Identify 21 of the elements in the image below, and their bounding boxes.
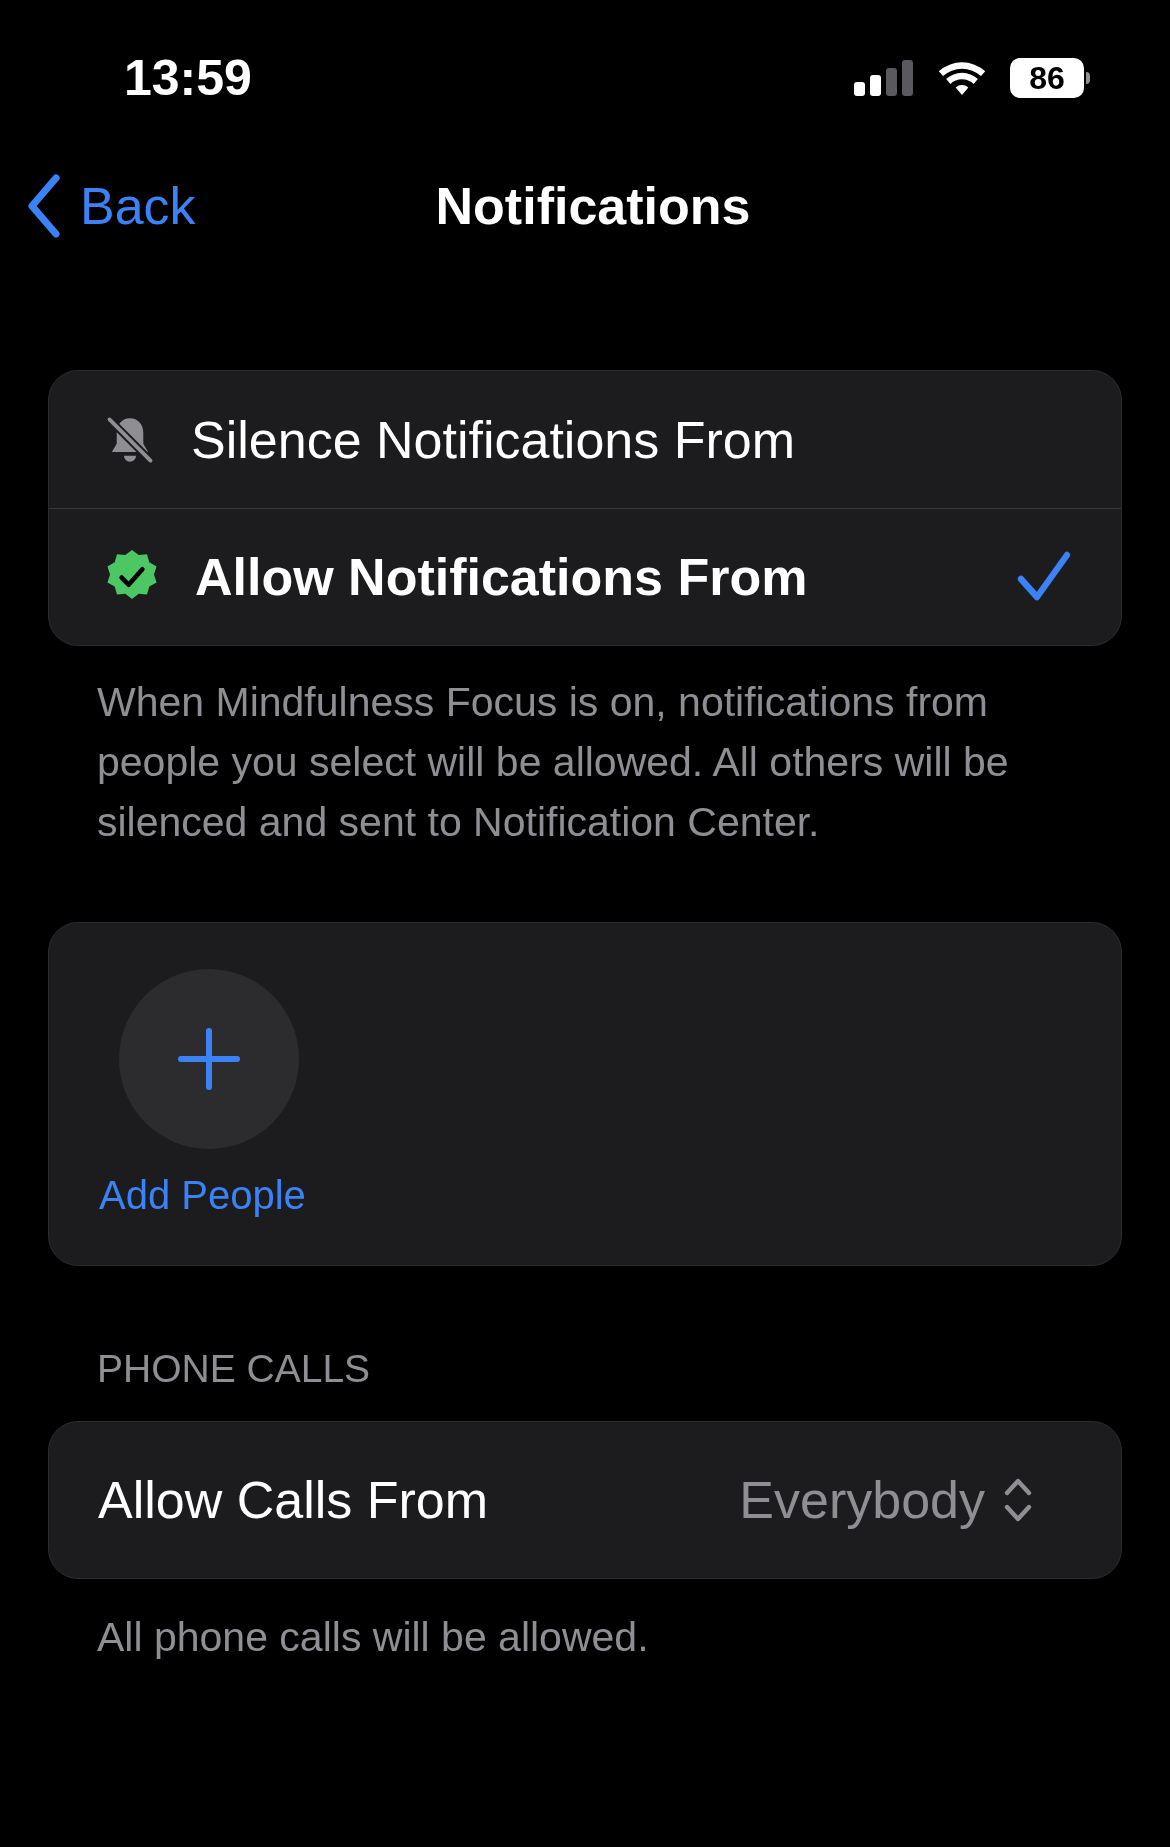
chevron-left-icon [26, 174, 62, 238]
plus-icon [178, 1028, 240, 1090]
calls-row[interactable]: Allow Calls From Everybody [48, 1420, 1122, 1579]
calls-value: Everybody [739, 1469, 985, 1531]
add-people-label[interactable]: Add People [99, 1165, 1121, 1225]
page-title: Notifications [435, 176, 751, 237]
battery-level: 86 [1029, 62, 1065, 94]
up-down-chevron-icon [1003, 1476, 1033, 1523]
focus-description: When Mindfulness Focus is on, notifications from people you select will be allowed. All others will be silenced and sent to Notification Center. [96, 678, 1010, 847]
calls-label: Allow Calls From [98, 1469, 490, 1531]
section-header: PHONE CALLS [96, 1346, 372, 1392]
mode-option[interactable]: Allow Notifications From [49, 508, 1121, 645]
option-label: Allow Notifications From [195, 547, 809, 608]
calls-footer: All phone calls will be allowed. [48, 1606, 1122, 1668]
checkmark-icon [1017, 551, 1071, 603]
status-time: 13:59 [124, 48, 252, 108]
mode-option[interactable]: Silence Notifications From [49, 371, 1121, 508]
signal-icon [854, 60, 914, 96]
option-label: Silence Notifications From [191, 409, 796, 471]
back-button[interactable]: Back [26, 167, 196, 245]
wifi-icon [936, 59, 988, 97]
